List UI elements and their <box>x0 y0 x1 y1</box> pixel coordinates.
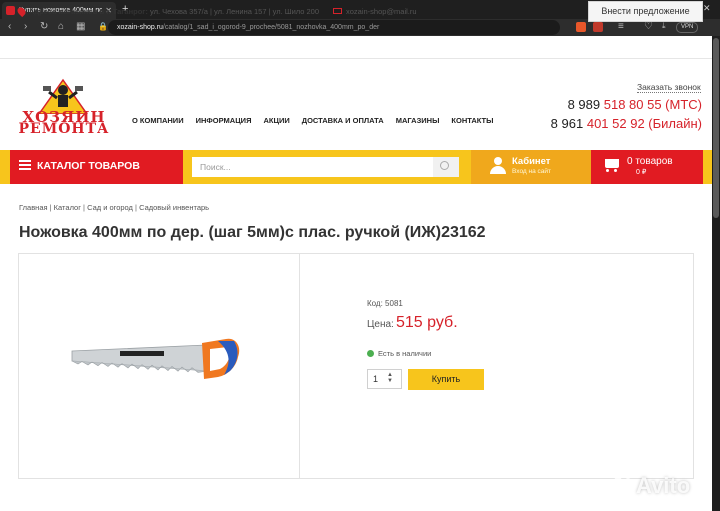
cart-sum: 0 ₽ <box>636 169 647 176</box>
stepper-arrows-icon[interactable]: ▲ ▼ <box>387 372 393 384</box>
site-logo[interactable]: ХОЗЯИН РЕМОНТА <box>9 72 119 136</box>
menu-icon[interactable]: ≡ <box>618 21 624 32</box>
scrollbar-thumb[interactable] <box>713 38 719 218</box>
breadcrumb-catalog[interactable]: Каталог <box>54 203 81 212</box>
avito-logo-icon <box>614 477 633 496</box>
cart-icon <box>604 159 620 172</box>
mail-icon <box>333 8 342 14</box>
product-image[interactable] <box>68 337 243 387</box>
nav-item-contacts[interactable]: КОНТАКТЫ <box>451 116 493 125</box>
store-addresses: Адреса магазинов в г. Таганрог: ул. Чехо… <box>29 7 319 16</box>
phone-mts-prefix: 8 989 <box>567 97 601 112</box>
product-code: Код: 5081 <box>367 299 403 308</box>
speed-dial-icon[interactable]: ▦ <box>76 21 85 32</box>
product-price: 515 руб. <box>396 314 458 331</box>
site-favicon-icon <box>6 6 15 15</box>
phone-beeline[interactable]: 8 961 401 52 92 (Билайн) <box>551 116 702 131</box>
breadcrumb-garden-tools[interactable]: Садовый инвентарь <box>139 203 209 212</box>
close-window-icon[interactable]: ✕ <box>703 3 711 14</box>
breadcrumb-home[interactable]: Главная <box>19 203 48 212</box>
email-link[interactable]: xozain-shop@mail.ru <box>346 7 417 16</box>
breadcrumb: Главная | Каталог | Сад и огород | Садов… <box>19 203 210 212</box>
main-navigation: О КОМПАНИИ ИНФОРМАЦИЯ АКЦИИ ДОСТАВКА И О… <box>132 116 493 125</box>
card-divider <box>299 254 300 479</box>
in-stock-check-icon <box>367 350 374 357</box>
page-title: Ножовка 400мм по дер. (шаг 5мм)с плас. р… <box>19 224 486 241</box>
rewards-icon[interactable] <box>593 22 603 32</box>
price-label: Цена: <box>367 319 394 330</box>
buy-button[interactable]: Купить <box>408 369 484 390</box>
phone-beeline-prefix: 8 961 <box>550 116 584 131</box>
phone-mts-number: 518 80 55 (МТС) <box>603 97 702 112</box>
phone-beeline-number: 401 52 92 (Билайн) <box>586 116 702 131</box>
address-list: ул. Чехова 357/а | ул. Ленина 157 | ул. … <box>150 7 320 16</box>
avito-watermark: Avito <box>636 473 690 499</box>
nav-item-about[interactable]: О КОМПАНИИ <box>132 116 184 125</box>
suggest-button[interactable]: Внести предложение <box>588 1 703 22</box>
download-icon[interactable]: ⤓ <box>662 21 666 31</box>
url-field[interactable]: xozain-shop.ru/catalog/1_sad_i_ogorod-9_… <box>108 20 560 35</box>
cabinet-subtitle: Вход на сайт <box>512 168 551 175</box>
back-icon[interactable]: ‹ <box>8 21 11 32</box>
top-info-bar <box>0 36 712 59</box>
stock-status: Есть в наличии <box>378 349 432 358</box>
cart-count: 0 товаров <box>627 156 673 167</box>
forward-icon[interactable]: › <box>24 21 27 32</box>
search-icon <box>440 161 449 170</box>
url-path: /catalog/1_sad_i_ogorod-9_prochee/5081_n… <box>162 24 380 31</box>
bookmark-icon[interactable]: ♡ <box>644 21 653 32</box>
search-placeholder: Поиск... <box>200 162 231 172</box>
vpn-badge[interactable]: VPN <box>676 22 699 33</box>
reload-icon[interactable]: ↻ <box>40 21 48 32</box>
breadcrumb-garden[interactable]: Сад и огород <box>87 203 133 212</box>
cabinet-title: Кабинет <box>512 156 551 167</box>
brave-shield-icon[interactable] <box>576 22 586 32</box>
user-icon <box>490 157 506 175</box>
home-icon[interactable]: ⌂ <box>58 21 64 32</box>
address-label: Адреса магазинов в г. Таганрог: <box>29 7 148 16</box>
catalog-label: КАТАЛОГ ТОВАРОВ <box>37 160 140 172</box>
url-host: xozain-shop.ru <box>117 24 163 31</box>
nav-item-promotions[interactable]: АКЦИИ <box>263 116 289 125</box>
nav-item-info[interactable]: ИНФОРМАЦИЯ <box>196 116 252 125</box>
nav-item-delivery[interactable]: ДОСТАВКА И ОПЛАТА <box>302 116 384 125</box>
watermark-text: Avito <box>636 473 691 498</box>
phone-mts[interactable]: 8 989 518 80 55 (МТС) <box>568 97 702 112</box>
nav-item-stores[interactable]: МАГАЗИНЫ <box>396 116 440 125</box>
callback-link[interactable]: Заказать звонок <box>637 82 701 93</box>
hamburger-icon <box>19 160 31 170</box>
logo-line-2: РЕМОНТА <box>18 121 110 137</box>
lock-icon: 🔒 <box>98 22 108 31</box>
quantity-value: 1 <box>373 374 379 384</box>
